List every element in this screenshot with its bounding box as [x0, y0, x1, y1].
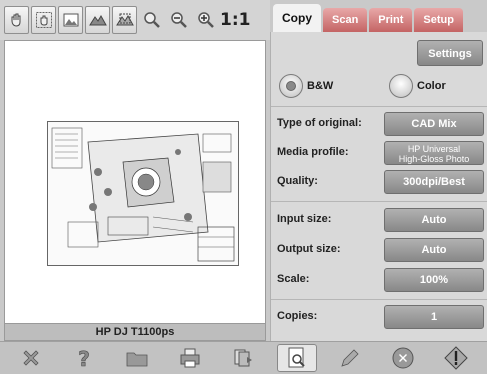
action-bar: ?: [0, 341, 487, 374]
printer-icon[interactable]: [170, 344, 210, 372]
divider: [271, 201, 487, 202]
output-size-button[interactable]: Auto: [384, 238, 484, 262]
scale-row: Scale: 100%: [271, 268, 487, 292]
bw-radio-indicator[interactable]: [279, 74, 303, 98]
zoom-out-icon[interactable]: [166, 6, 191, 34]
color-radio[interactable]: Color: [389, 74, 446, 98]
media-profile-label: Media profile:: [277, 146, 349, 158]
copies-button[interactable]: 1: [384, 305, 484, 329]
start-icon[interactable]: [436, 344, 476, 372]
zoom-fit-icon[interactable]: [139, 6, 164, 34]
help-icon[interactable]: ?: [64, 344, 104, 372]
copies-row: Copies: 1: [271, 305, 487, 329]
type-of-original-row: Type of original: CAD Mix: [271, 112, 487, 136]
cad-drawing-thumbnail: [47, 121, 239, 266]
media-profile-row: Media profile: HP Universal High-Gloss P…: [271, 141, 487, 165]
input-size-label: Input size:: [277, 213, 332, 225]
media-profile-line1: HP Universal: [407, 144, 461, 154]
zoom-1-to-1-button[interactable]: 1:1: [220, 10, 250, 30]
cancel-icon[interactable]: [11, 344, 51, 372]
pencil-icon[interactable]: [330, 344, 370, 372]
divider: [271, 106, 487, 107]
mountains-select-icon[interactable]: [112, 6, 137, 34]
svg-text:?: ?: [78, 347, 90, 370]
quality-row: Quality: 300dpi/Best: [271, 170, 487, 194]
type-of-original-label: Type of original:: [277, 117, 362, 129]
view-toolbar: 1:1: [0, 0, 270, 40]
zoom-in-icon[interactable]: [193, 6, 218, 34]
color-radio-indicator[interactable]: [389, 74, 413, 98]
print-queue-icon[interactable]: [223, 344, 263, 372]
quality-label: Quality:: [277, 175, 318, 187]
tab-print[interactable]: Print: [369, 8, 413, 32]
settings-button[interactable]: Settings: [417, 40, 483, 66]
tab-copy[interactable]: Copy: [273, 4, 321, 32]
output-size-row: Output size: Auto: [271, 238, 487, 262]
copy-settings-panel: Settings B&W Color Type of original: CAD…: [270, 32, 487, 341]
copies-label: Copies:: [277, 310, 318, 322]
input-size-row: Input size: Auto: [271, 208, 487, 232]
scale-button[interactable]: 100%: [384, 268, 484, 292]
media-profile-button[interactable]: HP Universal High-Gloss Photo: [384, 141, 484, 165]
output-size-label: Output size:: [277, 243, 341, 255]
type-of-original-button[interactable]: CAD Mix: [384, 112, 484, 136]
mountains-icon[interactable]: [85, 6, 110, 34]
quality-button[interactable]: 300dpi/Best: [384, 170, 484, 194]
scan-preview: [4, 40, 266, 324]
input-size-button[interactable]: Auto: [384, 208, 484, 232]
tab-setup[interactable]: Setup: [414, 8, 463, 32]
hand-select-icon[interactable]: [31, 6, 56, 34]
divider: [271, 299, 487, 300]
media-profile-line2: High-Gloss Photo: [398, 154, 470, 164]
stop-icon[interactable]: [383, 344, 423, 372]
radio-selected-dot-icon: [286, 81, 296, 91]
bw-label: B&W: [307, 80, 334, 92]
color-mode-group: B&W Color: [277, 72, 482, 102]
mode-tabs: Copy Scan Print Setup: [270, 4, 487, 32]
image-fit-icon[interactable]: [58, 6, 83, 34]
hand-tool-icon[interactable]: [4, 6, 29, 34]
device-name-label: HP DJ T1100ps: [4, 324, 266, 341]
color-label: Color: [417, 80, 446, 92]
preview-icon[interactable]: [276, 344, 317, 372]
bw-radio[interactable]: B&W: [279, 74, 333, 98]
scale-label: Scale:: [277, 273, 310, 285]
tab-scan[interactable]: Scan: [323, 8, 368, 32]
folder-icon[interactable]: [117, 344, 157, 372]
